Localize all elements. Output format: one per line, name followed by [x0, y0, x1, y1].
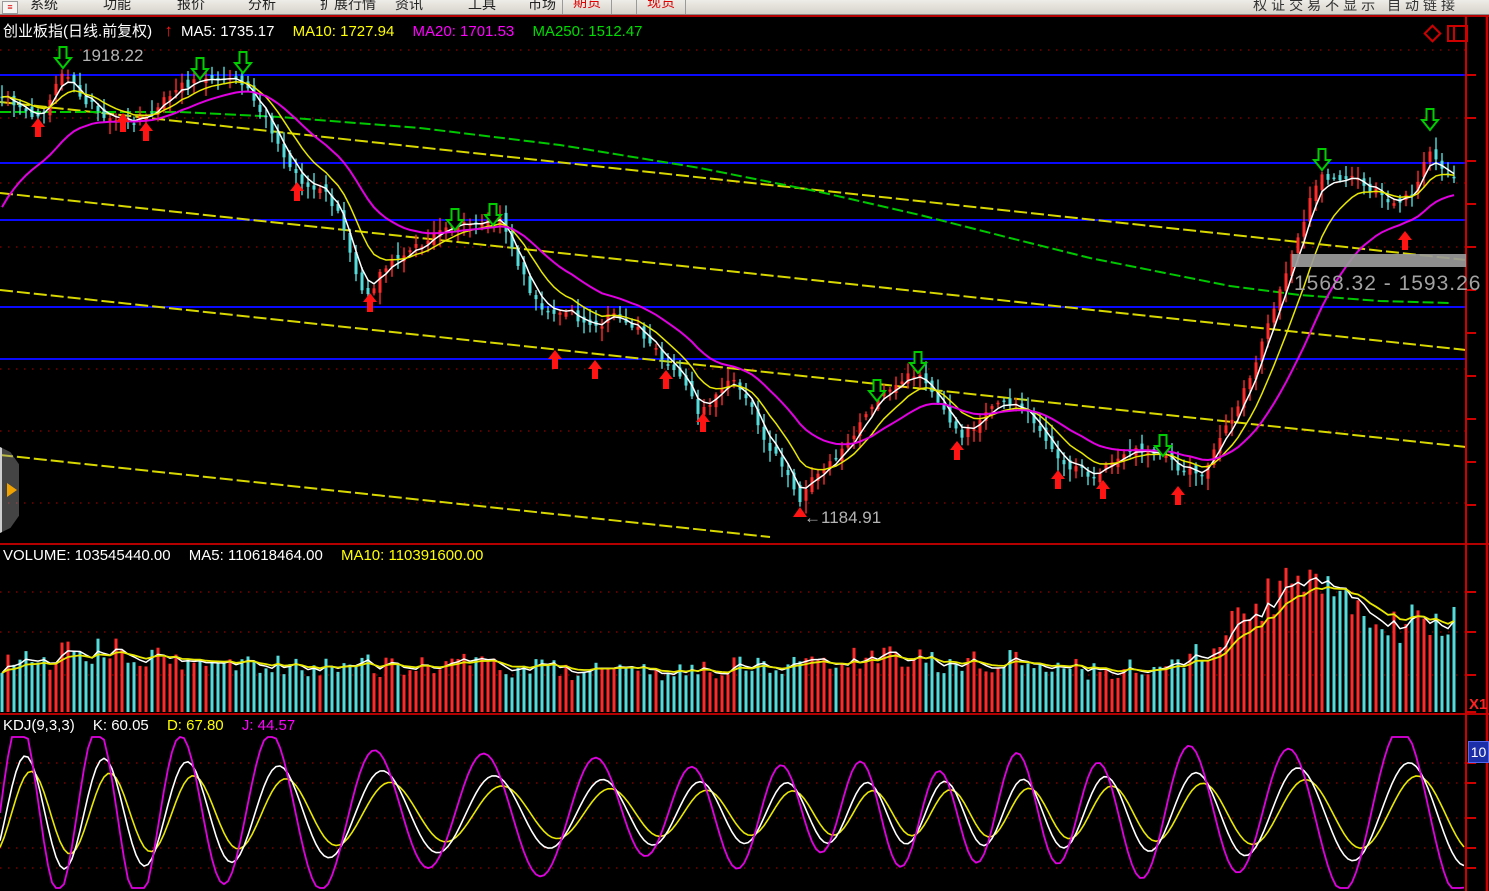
menu-item-futures[interactable]: 期货: [562, 0, 612, 15]
kdj-grid: [0, 763, 1466, 868]
ma5-value: MA5: 1735.17: [181, 23, 274, 40]
ma10-value: MA10: 1727.94: [293, 23, 395, 40]
volume-panel[interactable]: [1, 568, 1456, 712]
kdj-j-value: J: 44.57: [242, 717, 295, 734]
menu-item-news[interactable]: 资讯: [395, 0, 423, 14]
menu-item-function[interactable]: 功能: [103, 0, 131, 14]
kdj-panel[interactable]: [0, 737, 1464, 888]
volume-ma5-value: MA5: 110618464.00: [189, 547, 323, 564]
kdj-scale-badge: 10: [1468, 741, 1489, 763]
high-price-annotation: 1918.22: [82, 46, 143, 66]
menu-bar: ≡ 系统 功能 报价 分析 扩展行情 资讯 工具 市场 期货 现货 权证交易不显…: [0, 0, 1489, 15]
menu-item-system[interactable]: 系统: [30, 0, 58, 14]
kdj-d-value: D: 67.80: [167, 717, 224, 734]
menu-item-market[interactable]: 市场: [528, 0, 556, 14]
main-panel-grid: [0, 50, 1466, 537]
chart-canvas[interactable]: [0, 0, 1489, 891]
main-chart-header: 创业板指(日线.前复权) ↑ MA5: 1735.17 MA10: 1727.9…: [3, 20, 643, 41]
instrument-title: 创业板指(日线.前复权): [3, 23, 152, 40]
volume-header: VOLUME: 103545440.00 MA5: 110618464.00 M…: [3, 547, 483, 564]
menu-item-analysis[interactable]: 分析: [248, 0, 276, 14]
low-price-annotation: ←1184.91: [804, 508, 881, 528]
range-tooltip-bar: [1292, 254, 1466, 267]
app-icon[interactable]: ≡: [2, 1, 18, 14]
volume-value: VOLUME: 103545440.00: [3, 547, 171, 564]
menu-item-spot[interactable]: 现货: [636, 0, 686, 15]
ma20-value: MA20: 1701.53: [413, 23, 515, 40]
menu-item-quotes[interactable]: 报价: [177, 0, 205, 14]
main-price-panel[interactable]: [1, 67, 1456, 514]
split-window-icon[interactable]: [1447, 25, 1468, 42]
price-axis: [0, 16, 1489, 891]
expand-arrow-icon: [7, 483, 17, 497]
kdj-header: KDJ(9,3,3) K: 60.05 D: 67.80 J: 44.57: [3, 717, 295, 734]
pane-scale-label: X1: [1469, 696, 1487, 713]
menu-item-extended[interactable]: 扩展行情: [320, 0, 376, 14]
menu-item-tools[interactable]: 工具: [468, 0, 496, 14]
ma250-value: MA250: 1512.47: [532, 23, 642, 40]
range-tooltip: 1568.32 - 1593.26: [1294, 272, 1481, 296]
volume-ma10-value: MA10: 110391600.00: [341, 547, 483, 564]
kdj-k-value: K: 60.05: [93, 717, 149, 734]
menu-right-status: 权证交易不显示 自动链接: [1253, 0, 1459, 15]
kdj-title: KDJ(9,3,3): [3, 717, 75, 734]
trend-up-icon: ↑: [164, 21, 173, 40]
